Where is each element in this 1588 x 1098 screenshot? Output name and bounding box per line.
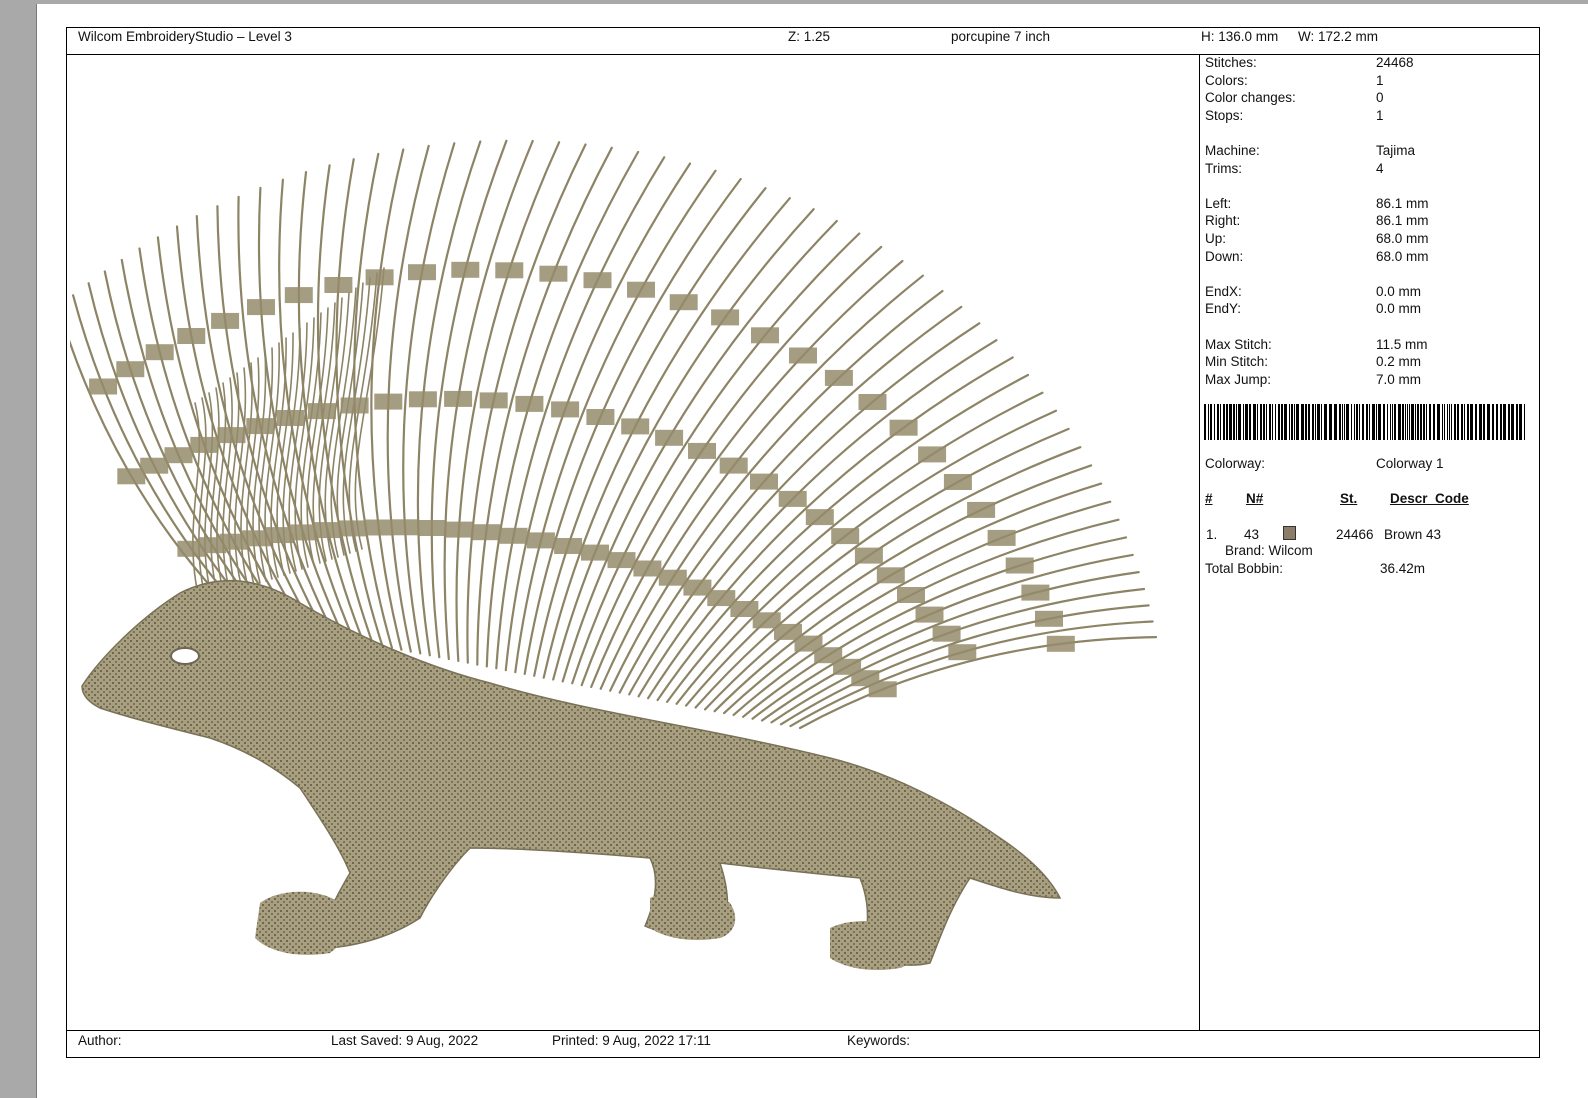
footer-keywords: Keywords:	[847, 1033, 911, 1048]
footer-last-saved: Last Saved: 9 Aug, 2022	[331, 1033, 479, 1048]
stat-value: Tajima	[1376, 143, 1416, 158]
footer-author: Author:	[78, 1033, 122, 1048]
stat-value: 7.0 mm	[1376, 371, 1422, 387]
stat-value: 0.2 mm	[1376, 354, 1422, 370]
stat-value: 68.0 mm	[1376, 248, 1429, 264]
design-width: W: 172.2 mm	[1298, 29, 1379, 44]
design-barcode	[1204, 404, 1525, 440]
total-bobbin-value: 36.42m	[1380, 561, 1426, 576]
stat-label: Trims:	[1205, 160, 1242, 176]
stat-label: EndY:	[1205, 301, 1242, 317]
stat-label: Max Stitch:	[1205, 336, 1272, 352]
info-panel-divider	[1199, 55, 1200, 1030]
stat-label: Down:	[1205, 248, 1244, 264]
stat-value: 68.0 mm	[1376, 231, 1429, 246]
stat-label: Max Jump:	[1205, 371, 1272, 387]
stat-value: 1	[1376, 107, 1384, 123]
stat-value: 0	[1376, 90, 1384, 106]
stat-value: 0.0 mm	[1376, 301, 1422, 317]
stat-value: 24468	[1376, 55, 1414, 70]
footer-divider	[66, 1030, 1540, 1031]
stat-value: 1	[1376, 72, 1384, 88]
thread-color-swatch	[1283, 526, 1296, 540]
color-row-brand: Brand: Wilcom	[1225, 543, 1313, 558]
color-table-header-index: #	[1205, 491, 1213, 506]
stat-label: Machine:	[1205, 143, 1260, 158]
stat-label: Up:	[1205, 231, 1227, 246]
stat-label: Stops:	[1205, 107, 1244, 123]
color-row-stitches: 24466	[1336, 527, 1374, 542]
design-name: porcupine 7 inch	[951, 29, 1051, 44]
stat-label: Color changes:	[1205, 90, 1296, 106]
stat-label: Colors:	[1205, 72, 1248, 88]
zoom-level: Z: 1.25	[788, 29, 831, 44]
design-height: H: 136.0 mm	[1201, 29, 1279, 44]
colorway-value: Colorway 1	[1376, 456, 1444, 471]
footer-printed: Printed: 9 Aug, 2022 17:11	[552, 1033, 711, 1048]
color-table-header-descr: Descr_Code	[1390, 491, 1469, 506]
color-table-header-needle: N#	[1246, 491, 1264, 506]
stat-value: 0.0 mm	[1376, 283, 1422, 299]
stat-value: 86.1 mm	[1376, 195, 1429, 211]
stat-value: 11.5 mm	[1376, 336, 1428, 352]
stat-label: Left:	[1205, 195, 1232, 211]
embroidery-design-porcupine	[70, 139, 1158, 970]
color-row-descr: Brown 43	[1384, 527, 1442, 542]
header-divider	[66, 54, 1540, 55]
total-bobbin-label: Total Bobbin:	[1205, 561, 1284, 576]
stat-value: 4	[1376, 160, 1384, 176]
stat-label: Min Stitch:	[1205, 354, 1269, 370]
stat-label: Right:	[1205, 213, 1241, 229]
stat-value: 86.1 mm	[1376, 213, 1429, 229]
colorway-label: Colorway:	[1205, 456, 1266, 471]
stat-label: EndX:	[1205, 283, 1242, 299]
stat-label: Stitches:	[1205, 55, 1257, 70]
app-title: Wilcom EmbroideryStudio – Level 3	[78, 29, 292, 44]
color-row-needle: 43	[1244, 527, 1260, 542]
color-row-index: 1.	[1206, 527, 1218, 542]
color-table-header-stitches: St.	[1340, 491, 1358, 506]
